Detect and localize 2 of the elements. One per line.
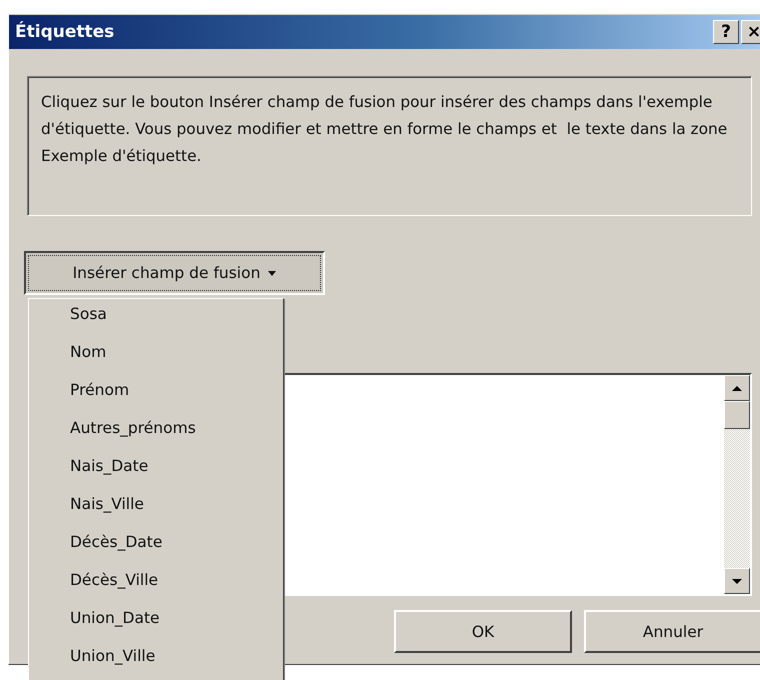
window-title: Étiquettes: [15, 22, 116, 42]
instruction-text: Cliquez sur le bouton Insérer champ de fusion pour insérer des champs dans l'exemple d'étiquette. Vous pouvez modifier et mettre en forme le champs et le texte dans la zone Exemple d'étiquette.: [41, 92, 728, 167]
